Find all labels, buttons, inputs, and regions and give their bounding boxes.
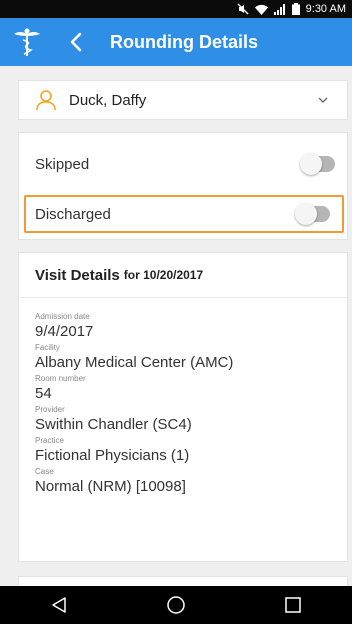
page-title: Rounding Details [110, 31, 258, 52]
mute-icon [237, 3, 249, 15]
next-card-edge [18, 576, 348, 586]
skipped-row: Skipped [19, 145, 347, 183]
discharged-label: Discharged [35, 205, 111, 223]
back-triangle-icon[interactable] [39, 586, 79, 624]
signal-icon [273, 3, 286, 15]
skipped-toggle[interactable] [300, 153, 335, 175]
visit-details-title: Visit Details [35, 266, 120, 284]
room-number-label: Room number [35, 374, 86, 383]
discharged-toggle[interactable] [295, 203, 330, 225]
app-bar: Rounding Details [0, 18, 352, 66]
facility-label: Facility [35, 343, 60, 352]
status-toggles-card: Skipped Discharged [18, 132, 348, 240]
caduceus-logo-icon [10, 25, 44, 59]
facility-value: Albany Medical Center (AMC) [35, 354, 234, 371]
visit-date: for 10/20/2017 [123, 268, 204, 282]
chevron-down-icon [317, 93, 331, 107]
system-nav-bar [0, 586, 352, 624]
status-bar: 9:30 AM [0, 0, 352, 18]
home-circle-icon[interactable] [156, 586, 196, 624]
visit-details-card: Visit Details for 10/20/2017 Admission d… [18, 252, 348, 562]
provider-value: Swithin Chandler (SC4) [35, 416, 192, 433]
discharged-row: Discharged [24, 195, 344, 233]
person-icon [35, 89, 57, 111]
provider-label: Provider [35, 405, 65, 414]
status-time: 9:30 AM [305, 3, 346, 15]
visit-fields: Admission date 9/4/2017 Facility Albany … [19, 298, 347, 497]
practice-value: Fictional Physicians (1) [35, 447, 190, 464]
battery-icon [291, 3, 300, 15]
patient-selector[interactable]: Duck, Daffy [18, 80, 348, 120]
room-number-value: 54 [35, 385, 52, 402]
recents-square-icon[interactable] [273, 586, 313, 624]
practice-label: Practice [35, 436, 64, 445]
admission-date-label: Admission date [35, 312, 90, 321]
case-label: Case [35, 467, 54, 476]
skipped-label: Skipped [35, 155, 90, 173]
admission-date-value: 9/4/2017 [35, 323, 94, 340]
back-arrow-icon[interactable] [62, 25, 90, 59]
case-value: Normal (NRM) [10098] [35, 478, 186, 495]
visit-details-header: Visit Details for 10/20/2017 [19, 253, 347, 298]
wifi-icon [254, 4, 268, 15]
patient-name: Duck, Daffy [69, 91, 147, 109]
